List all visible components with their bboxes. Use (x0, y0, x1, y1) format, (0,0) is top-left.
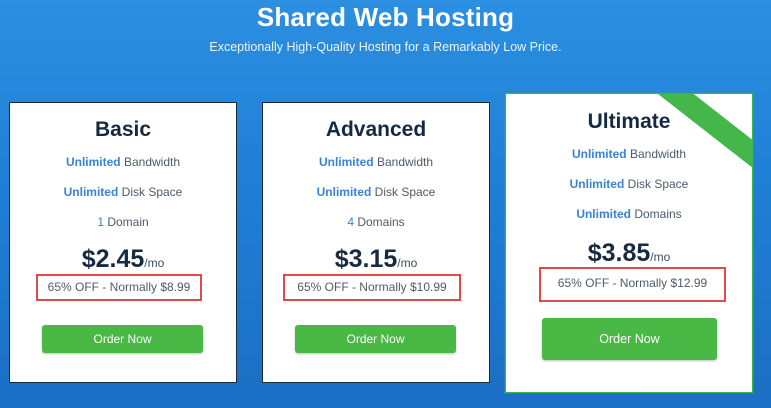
feature-domains: Unlimited Domains (506, 207, 752, 221)
price: $2.45/mo (10, 245, 236, 274)
feature-disk-space: Unlimited Disk Space (263, 185, 489, 199)
feature-bandwidth: Unlimited Bandwidth (506, 147, 752, 161)
feature-text: Domains (630, 207, 682, 221)
feature-text: Bandwidth (626, 147, 687, 161)
feature-bandwidth: Unlimited Bandwidth (263, 155, 489, 169)
plan-name: Basic (94, 118, 152, 141)
feature-highlight: 4 (347, 215, 354, 229)
plan-name: Ultimate (587, 110, 671, 133)
discount-note: 65% OFF - Normally $10.99 (283, 274, 461, 301)
feature-highlight: Unlimited (316, 185, 372, 199)
plan-card-basic: Basic Unlimited Bandwidth Unlimited Disk… (9, 102, 237, 383)
hero-subtitle: Exceptionally High-Quality Hosting for a… (209, 40, 562, 54)
price: $3.15/mo (263, 245, 489, 274)
price-amount: $3.85 (587, 239, 651, 267)
plan-name: Advanced (325, 118, 427, 141)
feature-text: Disk Space (624, 177, 689, 191)
feature-disk-space: Unlimited Disk Space (506, 177, 752, 191)
feature-text: Disk Space (118, 185, 183, 199)
order-now-button[interactable]: Order Now (42, 325, 203, 353)
feature-text: Domain (104, 215, 149, 229)
feature-highlight: Unlimited (576, 207, 631, 221)
order-now-button[interactable]: Order Now (542, 318, 717, 360)
price-amount: $2.45 (81, 245, 145, 273)
feature-text: Bandwidth (373, 155, 434, 169)
plan-card-ultimate: Ultimate Unlimited Bandwidth Unlimited D… (505, 93, 753, 393)
feature-disk-space: Unlimited Disk Space (10, 185, 236, 199)
plan-card-advanced: Advanced Unlimited Bandwidth Unlimited D… (262, 102, 490, 383)
price: $3.85/mo (506, 239, 752, 268)
feature-highlight: Unlimited (318, 155, 374, 169)
price-period: /mo (650, 250, 671, 264)
feature-text: Bandwidth (120, 155, 181, 169)
featured-ribbon (647, 94, 752, 178)
hero-title: Shared Web Hosting (256, 2, 515, 32)
feature-highlight: 1 (97, 215, 104, 229)
price-period: /mo (397, 256, 418, 270)
price-period: /mo (144, 256, 165, 270)
feature-bandwidth: Unlimited Bandwidth (10, 155, 236, 169)
feature-domains: 1 Domain (10, 215, 236, 229)
feature-text: Disk Space (371, 185, 436, 199)
feature-highlight: Unlimited (571, 147, 627, 161)
feature-highlight: Unlimited (65, 155, 121, 169)
discount-note: 65% OFF - Normally $8.99 (36, 274, 202, 301)
discount-note: 65% OFF - Normally $12.99 (539, 267, 726, 302)
feature-domains: 4 Domains (263, 215, 489, 229)
order-now-button[interactable]: Order Now (295, 325, 456, 353)
price-amount: $3.15 (334, 245, 398, 273)
feature-highlight: Unlimited (569, 177, 625, 191)
feature-highlight: Unlimited (63, 185, 119, 199)
feature-text: Domains (354, 215, 405, 229)
